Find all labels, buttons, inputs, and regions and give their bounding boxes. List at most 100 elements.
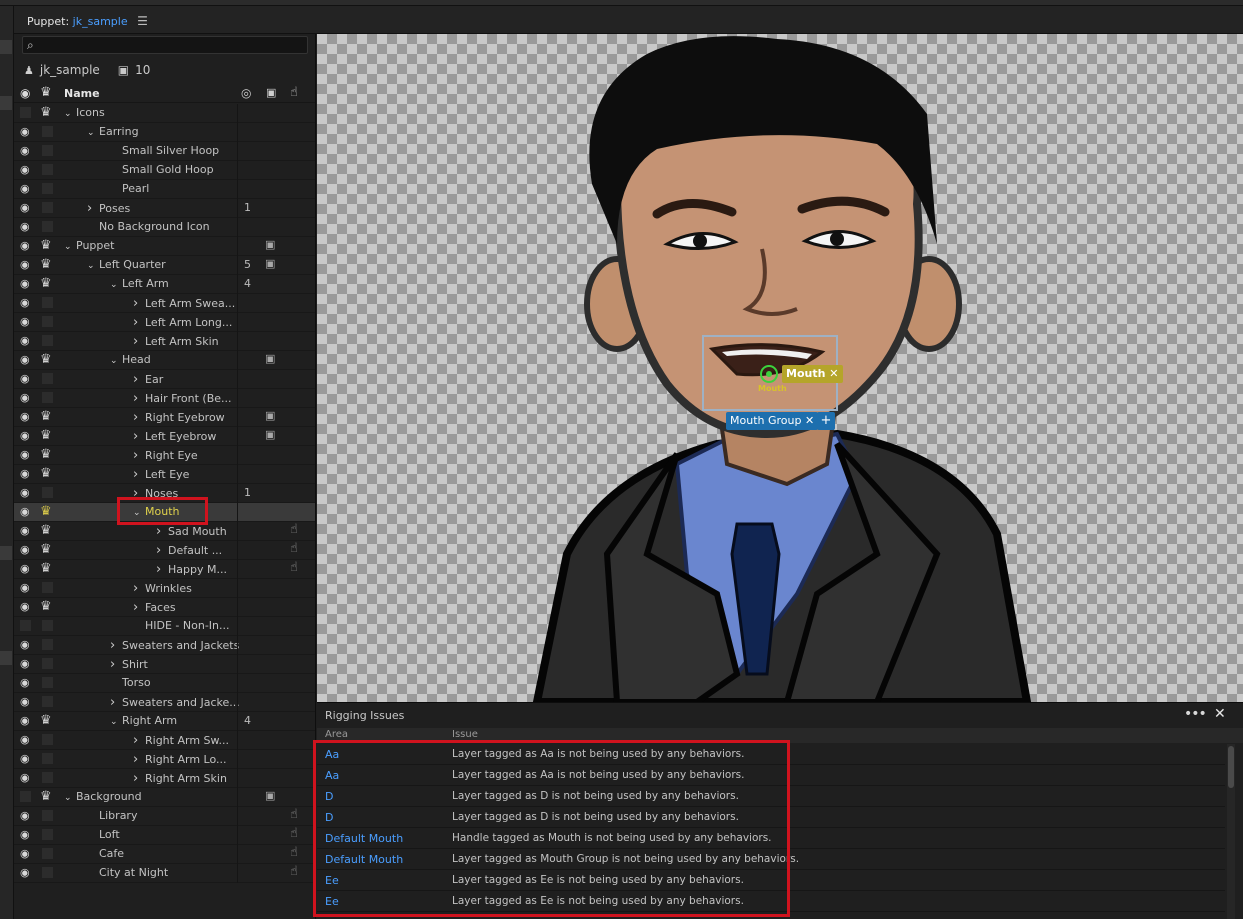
eye-icon[interactable]: ◉ — [20, 657, 32, 670]
chevron-down-icon[interactable]: ⌄ — [110, 356, 122, 366]
chevron-right-icon[interactable]: › — [133, 467, 145, 482]
eye-icon[interactable]: ◉ — [20, 296, 32, 309]
layer-name[interactable]: › Sweaters and Jackets — [110, 638, 239, 653]
chevron-right-icon[interactable]: › — [110, 695, 122, 710]
chevron-right-icon[interactable]: › — [156, 543, 168, 558]
eye-icon[interactable]: ◉ — [20, 638, 32, 651]
layer-name[interactable]: › Sad Mouth — [156, 524, 227, 539]
eye-icon[interactable]: ◉ — [20, 486, 32, 499]
layer-name[interactable]: ⌄ Puppet — [64, 239, 114, 252]
layer-row[interactable]: ◉ › Wrinkles — [14, 579, 315, 598]
layer-row[interactable]: ◉ Torso — [14, 674, 315, 693]
add-tag-button[interactable]: + — [817, 412, 835, 430]
eye-icon[interactable]: ◉ — [20, 86, 30, 100]
crown-toggle[interactable] — [42, 810, 53, 821]
layer-row[interactable]: ◉ ♛ ⌄ Left Arm 4 — [14, 275, 315, 294]
eye-icon[interactable]: ◉ — [20, 733, 32, 746]
layer-name[interactable]: › Left Arm Swea... — [133, 296, 235, 311]
eye-icon[interactable]: ◉ — [20, 600, 32, 613]
layer-row[interactable]: ◉ ♛ › Happy M... ☝ — [14, 560, 315, 579]
layer-row[interactable]: ◉ ♛ › Default ... ☝ — [14, 541, 315, 560]
layer-row[interactable]: ◉ Library ☝ — [14, 807, 315, 826]
eye-icon[interactable]: ◉ — [20, 144, 32, 157]
layer-row[interactable]: ◉ ♛ › Right Eye — [14, 446, 315, 465]
layer-name[interactable]: City at Night — [87, 866, 168, 879]
chevron-right-icon[interactable]: › — [133, 334, 145, 349]
layer-row[interactable]: ◉ No Background Icon — [14, 218, 315, 237]
layer-row[interactable]: ◉ ♛ ⌄ Puppet ▣ — [14, 237, 315, 256]
layer-name[interactable]: › Left Arm Long... — [133, 315, 232, 330]
crown-toggle[interactable] — [42, 867, 53, 878]
camera-icon[interactable]: ▣ — [265, 257, 275, 270]
layer-row[interactable]: ◉ Loft ☝ — [14, 826, 315, 845]
eye-icon[interactable]: ◉ — [20, 429, 32, 442]
chevron-right-icon[interactable]: › — [133, 581, 145, 596]
eye-icon[interactable]: ◉ — [20, 182, 32, 195]
hand-icon[interactable]: ☝ — [290, 807, 298, 822]
layer-name[interactable]: › Hair Front (Be... — [133, 391, 232, 406]
crown-toggle[interactable] — [42, 316, 53, 327]
eye-icon[interactable]: ◉ — [20, 334, 32, 347]
crown-toggle[interactable] — [42, 772, 53, 783]
crown-toggle[interactable] — [42, 829, 53, 840]
chevron-right-icon[interactable]: › — [133, 771, 145, 786]
camera-icon[interactable]: ▣ — [265, 409, 275, 422]
layer-row[interactable]: ◉ ♛ › Faces — [14, 598, 315, 617]
crown-toggle[interactable] — [42, 639, 53, 650]
chevron-right-icon[interactable]: › — [133, 410, 145, 425]
eye-icon[interactable]: ◉ — [20, 448, 32, 461]
layer-name[interactable]: › Default ... — [156, 543, 222, 558]
layer-row[interactable]: ◉ › Right Arm Sw... — [14, 731, 315, 750]
crown-toggle[interactable] — [42, 392, 53, 403]
eye-icon[interactable]: ◉ — [20, 828, 32, 841]
crown-icon[interactable]: ♛ — [40, 257, 52, 272]
close-icon[interactable]: ✕ — [1214, 706, 1226, 722]
hand-icon[interactable]: ☝ — [290, 826, 298, 841]
hand-icon[interactable]: ☝ — [290, 845, 298, 860]
chevron-right-icon[interactable]: › — [133, 296, 145, 311]
layer-name[interactable]: › Left Arm Skin — [133, 334, 219, 349]
camera-icon[interactable]: ▣ — [265, 789, 275, 802]
layer-row[interactable]: ◉ › Left Arm Skin — [14, 332, 315, 351]
eye-icon[interactable]: ◉ — [20, 771, 32, 784]
visibility-toggle[interactable] — [20, 791, 31, 802]
hand-icon[interactable]: ☝ — [290, 522, 298, 537]
crown-icon[interactable]: ♛ — [40, 276, 52, 291]
eye-icon[interactable]: ◉ — [20, 163, 32, 176]
crown-toggle[interactable] — [42, 696, 53, 707]
close-icon[interactable]: ✕ — [805, 414, 814, 427]
chevron-down-icon[interactable]: ⌄ — [110, 280, 122, 290]
close-icon[interactable]: ✕ — [829, 367, 838, 380]
eye-icon[interactable]: ◉ — [20, 353, 32, 366]
crown-icon[interactable]: ♛ — [40, 561, 52, 576]
layer-row[interactable]: ◉ › Poses 1 — [14, 199, 315, 218]
eye-icon[interactable]: ◉ — [20, 467, 32, 480]
layer-name[interactable]: No Background Icon — [87, 220, 210, 233]
layer-name[interactable]: Pearl — [110, 182, 149, 195]
layer-name[interactable]: ⌄ Icons — [64, 106, 105, 119]
crown-toggle[interactable] — [42, 335, 53, 346]
crown-icon[interactable]: ♛ — [40, 713, 52, 728]
hand-icon[interactable]: ☝ — [290, 85, 298, 100]
record-icon[interactable]: ◎ — [241, 86, 251, 100]
crown-icon[interactable]: ♛ — [40, 504, 52, 519]
crown-toggle[interactable] — [42, 620, 53, 631]
eye-icon[interactable]: ◉ — [20, 676, 32, 689]
eye-icon[interactable]: ◉ — [20, 543, 32, 556]
layer-name[interactable]: › Wrinkles — [133, 581, 192, 596]
eye-icon[interactable]: ◉ — [20, 752, 32, 765]
hand-icon[interactable]: ☝ — [290, 864, 298, 879]
eye-icon[interactable]: ◉ — [20, 125, 32, 138]
eye-icon[interactable]: ◉ — [20, 714, 32, 727]
layer-name[interactable]: › Happy M... — [156, 562, 227, 577]
layer-name[interactable]: › Ear — [133, 372, 163, 387]
layer-name[interactable]: Small Gold Hoop — [110, 163, 214, 176]
layer-name[interactable]: › Right Arm Sw... — [133, 733, 229, 748]
crown-toggle[interactable] — [42, 202, 53, 213]
crown-toggle[interactable] — [42, 126, 53, 137]
crown-icon[interactable]: ♛ — [40, 238, 52, 253]
crown-toggle[interactable] — [42, 164, 53, 175]
camera-icon[interactable]: ▣ — [265, 428, 275, 441]
layer-row[interactable]: ◉ › Hair Front (Be... — [14, 389, 315, 408]
mouth-group-tag[interactable]: Mouth Group ✕ — [726, 412, 819, 430]
